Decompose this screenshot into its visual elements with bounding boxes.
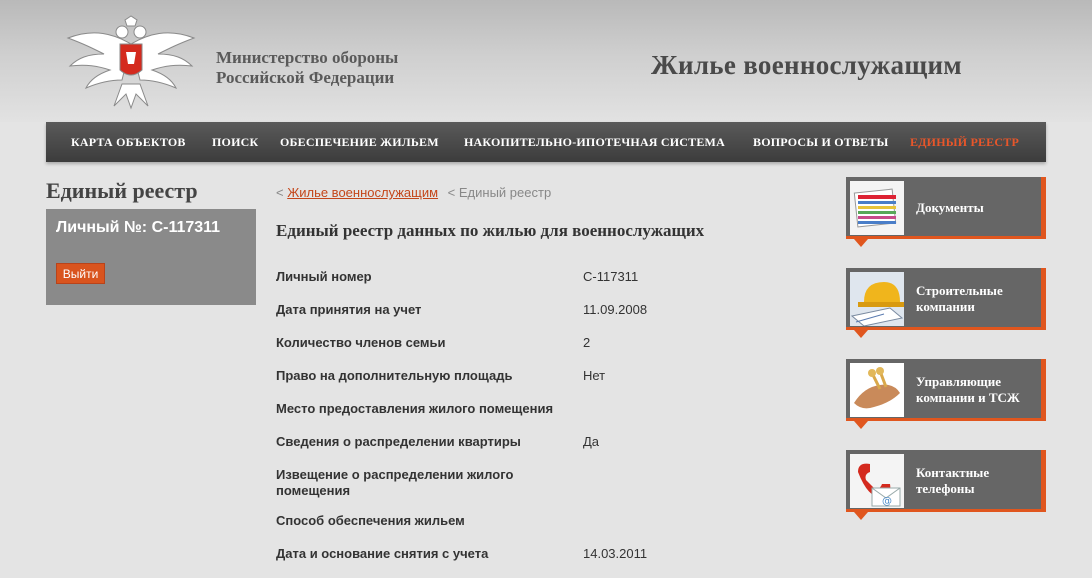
- nav-item-housing[interactable]: ОБЕСПЕЧЕНИЕ ЖИЛЬЕМ: [280, 135, 439, 150]
- row-label: Личный номер: [276, 269, 372, 284]
- page-title: Единый реестр данных по жилью для военно…: [276, 221, 705, 240]
- sidebar-item-label: Управляющие компании и ТСЖ: [916, 359, 1026, 421]
- row-value: 11.09.2008: [583, 302, 648, 317]
- breadcrumb-current: Единый реестр: [458, 185, 552, 200]
- row-label: Место предоставления жилого помещения: [276, 401, 554, 416]
- row-label: Способ обеспечения жильем: [276, 513, 465, 528]
- sidebar-item-construction[interactable]: Строительные компании: [846, 268, 1046, 338]
- ministry-line-1: Министерство обороны: [216, 48, 399, 67]
- sidebar-item-label: Документы: [916, 200, 984, 215]
- breadcrumb: < Жилье военнослужащим < Единый реестр: [276, 185, 551, 200]
- logout-button[interactable]: Выйти: [56, 263, 105, 284]
- ministry-line-2: Российской Федерации: [216, 68, 395, 87]
- svg-text:@: @: [882, 496, 892, 507]
- sidebar-item-label: Строительные компании: [916, 283, 1003, 314]
- row-label: Дата и основание снятия с учета: [276, 546, 489, 561]
- row-value: 2: [583, 335, 591, 350]
- user-panel: Личный №: С-117311 Выйти: [46, 209, 256, 305]
- breadcrumb-separator: <: [276, 185, 284, 200]
- keys-icon: [850, 363, 904, 417]
- row-value: Нет: [583, 368, 606, 383]
- nav-item-registry[interactable]: ЕДИНЫЙ РЕЕСТР: [910, 135, 1019, 150]
- construction-icon: [850, 272, 904, 326]
- site-header: Министерство обороны Российской Федераци…: [0, 0, 1092, 122]
- row-label: Право на дополнительную площадь: [276, 368, 513, 383]
- row-value: С-117311: [583, 269, 639, 284]
- sidebar-item-label: Контактные телефоны: [916, 450, 1016, 512]
- phone-icon: @: [850, 454, 904, 508]
- breadcrumb-link-home[interactable]: Жилье военнослужащим: [287, 185, 438, 200]
- site-title: Жилье военнослужащим: [651, 50, 963, 80]
- nav-item-faq[interactable]: ВОПРОСЫ И ОТВЕТЫ: [753, 135, 889, 150]
- personal-number: Личный №: С-117311: [56, 219, 221, 236]
- row-label: Дата принятия на учет: [276, 302, 422, 317]
- breadcrumb-separator: <: [447, 185, 456, 200]
- sidebar-item-text: Управляющие компании и ТСЖ: [916, 374, 1020, 405]
- row-label: Извещение о распределении жилого помещен…: [276, 467, 514, 498]
- ministry-name: Министерство обороны Российской Федераци…: [216, 48, 398, 88]
- sidebar-item-management[interactable]: Управляющие компании и ТСЖ: [846, 359, 1046, 429]
- nav-item-search[interactable]: ПОИСК: [212, 135, 258, 150]
- main-nav: КАРТА ОБЪЕКТОВ ПОИСК ОБЕСПЕЧЕНИЕ ЖИЛЬЕМ …: [46, 122, 1046, 162]
- sidebar-item-documents[interactable]: Документы: [846, 177, 1046, 247]
- sidebar-item-text: Контактные телефоны: [916, 465, 990, 496]
- row-value: 14.03.2011: [583, 546, 648, 561]
- documents-icon: [850, 181, 904, 235]
- double-headed-eagle-emblem-icon[interactable]: [64, 14, 198, 110]
- row-value: Да: [583, 434, 600, 449]
- sidebar-item-contacts[interactable]: @ Контактные телефоны: [846, 450, 1046, 520]
- row-label: Количество членов семьи: [276, 335, 446, 350]
- row-label: Сведения о распределении квартиры: [276, 434, 521, 449]
- nav-item-mortgage[interactable]: НАКОПИТЕЛЬНО-ИПОТЕЧНАЯ СИСТЕМА: [464, 135, 725, 150]
- nav-item-map[interactable]: КАРТА ОБЪЕКТОВ: [71, 135, 186, 150]
- left-section-title: Единый реестр: [46, 178, 198, 203]
